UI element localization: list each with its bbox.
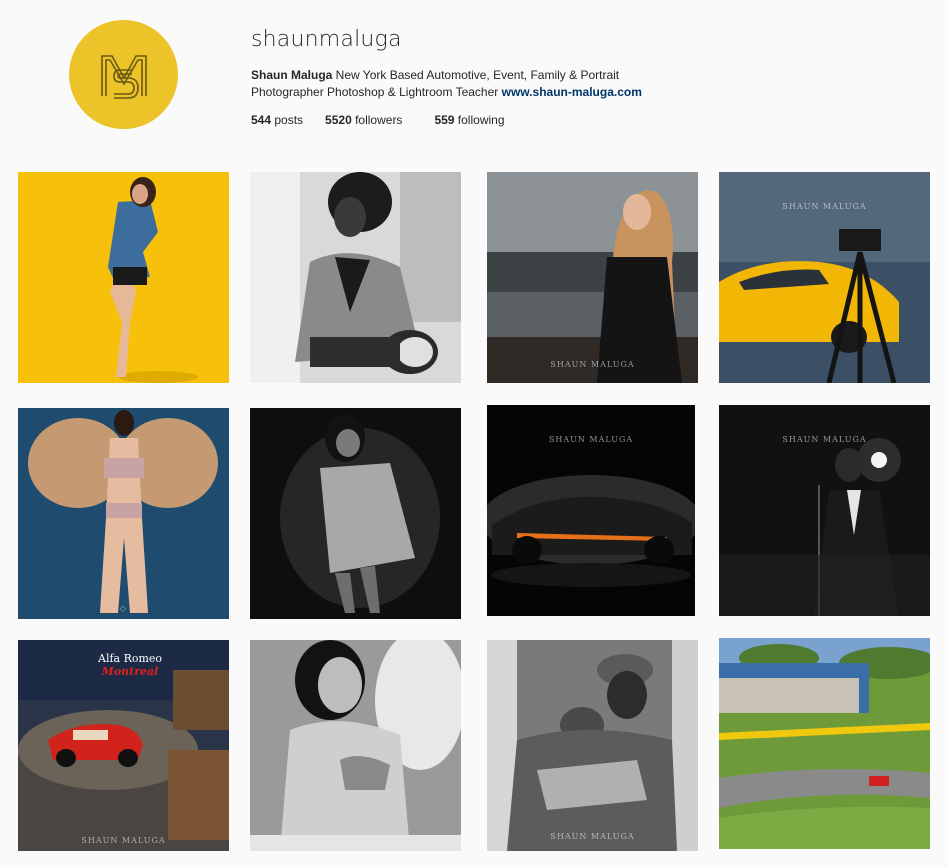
post-11-watermark: SHAUN MALUGA bbox=[550, 832, 635, 841]
posts-count-label: posts bbox=[271, 113, 304, 127]
post-9-sign-line1: Alfa Romeo bbox=[98, 652, 163, 665]
post-image-6 bbox=[250, 408, 461, 619]
post-image-10 bbox=[250, 640, 461, 851]
post-image-1 bbox=[18, 172, 229, 383]
post-thumbnail-2[interactable] bbox=[250, 172, 461, 383]
profile-avatar[interactable] bbox=[69, 20, 178, 129]
post-7-watermark: SHAUN MALUGA bbox=[548, 435, 634, 444]
post-image-5 bbox=[18, 408, 229, 619]
post-3-watermark: SHAUN MALUGA bbox=[550, 360, 635, 369]
post-thumbnail-7[interactable]: SHAUN MALUGA bbox=[487, 405, 695, 616]
monogram-logo-icon bbox=[100, 54, 147, 99]
post-9-watermark: SHAUN MALUGA bbox=[81, 836, 166, 845]
post-5-watermark-logo: ◇ bbox=[119, 604, 128, 613]
profile-stats: 544 posts 5520 followers 559 following bbox=[251, 113, 527, 127]
profile-username: shaunmaluga bbox=[251, 27, 402, 52]
post-4-watermark: SHAUN MALUGA bbox=[782, 202, 867, 211]
post-thumbnail-8[interactable]: SHAUN MALUGA bbox=[719, 405, 930, 616]
post-image-3 bbox=[487, 172, 698, 383]
post-9-sign: Alfa Romeo Montreal bbox=[98, 652, 162, 678]
followers-count-label: followers bbox=[351, 113, 403, 127]
post-8-watermark: SHAUN MALUGA bbox=[782, 435, 867, 444]
posts-count-value: 544 bbox=[251, 113, 272, 127]
post-thumbnail-10[interactable] bbox=[250, 640, 461, 851]
profile-website-link[interactable]: www.shaun-maluga.com bbox=[502, 85, 642, 99]
post-image-11 bbox=[487, 640, 698, 851]
profile-display-name: Shaun Maluga bbox=[251, 68, 333, 82]
post-thumbnail-1[interactable] bbox=[18, 172, 229, 383]
post-thumbnail-11[interactable]: SHAUN MALUGA bbox=[487, 640, 698, 851]
followers-count-value: 5520 bbox=[325, 113, 352, 127]
following-count-label: following bbox=[454, 113, 505, 127]
followers-count[interactable]: 5520 followers bbox=[325, 113, 402, 127]
following-count-value: 559 bbox=[434, 113, 455, 127]
post-thumbnail-5[interactable]: ◇ bbox=[18, 408, 229, 619]
post-image-12 bbox=[719, 638, 930, 849]
post-thumbnail-6[interactable] bbox=[250, 408, 461, 619]
post-thumbnail-12[interactable] bbox=[719, 638, 930, 849]
posts-count: 544 posts bbox=[251, 113, 303, 127]
profile-bio: Shaun Maluga New York Based Automotive, … bbox=[251, 67, 671, 101]
following-count[interactable]: 559 following bbox=[434, 113, 504, 127]
post-9-sign-line2: Montreal bbox=[101, 665, 159, 678]
post-image-2 bbox=[250, 172, 461, 383]
post-thumbnail-4[interactable]: SHAUN MALUGA bbox=[719, 172, 930, 383]
post-thumbnail-9[interactable]: Alfa Romeo Montreal SHAUN MALUGA bbox=[18, 640, 229, 851]
post-thumbnail-3[interactable]: SHAUN MALUGA bbox=[487, 172, 698, 383]
